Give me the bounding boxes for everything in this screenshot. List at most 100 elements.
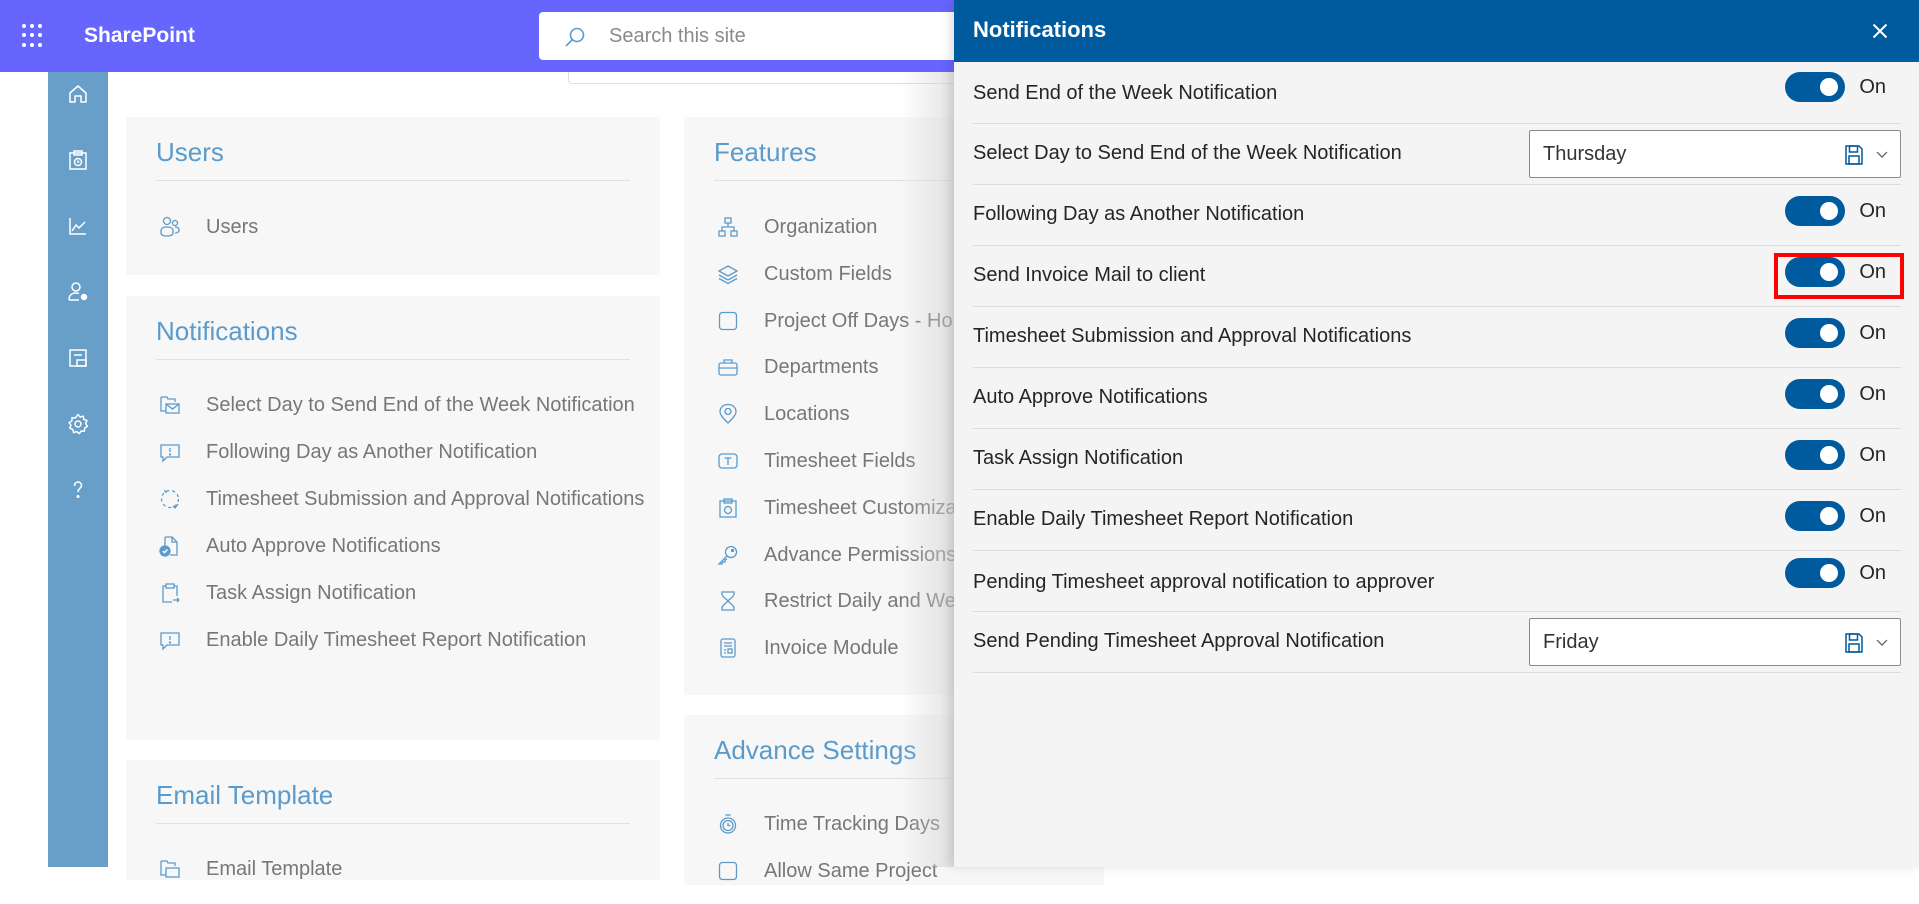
toggle-switch[interactable] [1785, 440, 1846, 470]
clipboard-arrow-icon [162, 583, 180, 603]
toggle-state: On [1859, 321, 1886, 344]
panel-title: Notifications [973, 17, 1107, 42]
setting-row: Following Day as Another Notification On [973, 185, 1901, 246]
daily-report-toggle[interactable]: On [1781, 498, 1890, 534]
end-of-week-day-dropdown[interactable]: Thursday [1529, 130, 1901, 178]
setting-row: Enable Daily Timesheet Report Notificati… [973, 490, 1901, 551]
search-icon [565, 27, 585, 47]
search-input[interactable] [609, 12, 959, 60]
stopwatch-icon [719, 814, 737, 834]
setting-row: Pending Timesheet approval notification … [973, 551, 1901, 612]
search-dropdown-edge [568, 72, 968, 84]
card-title: Users [156, 137, 224, 167]
save-icon[interactable] [1844, 144, 1864, 166]
setting-row: Send End of the Week Notification On [973, 63, 1901, 124]
toggle-state: On [1859, 75, 1886, 98]
card-title: Email Template [156, 780, 334, 810]
nav-user-settings[interactable] [48, 272, 108, 312]
setting-label: Following Day as Another Notification [973, 203, 1305, 225]
toggle-switch[interactable] [1785, 318, 1846, 348]
settings-list: Send End of the Week Notification On Sel… [973, 63, 1904, 673]
nav-help[interactable] [48, 470, 108, 510]
mail-calendar-icon [160, 860, 180, 878]
save-icon[interactable] [1844, 632, 1864, 654]
chevron-down-icon[interactable] [1874, 634, 1890, 650]
setting-label: Select Day to Send End of the Week Notif… [973, 142, 1402, 164]
nav-home[interactable] [48, 74, 108, 114]
following-day-toggle[interactable]: On [1781, 193, 1890, 229]
toggle-switch[interactable] [1785, 501, 1846, 531]
card-item-auto-approve[interactable]: Auto Approve Notifications [156, 532, 650, 560]
card-item-timesheet-submission[interactable]: Timesheet Submission and Approval Notifi… [156, 485, 650, 513]
pending-approval-day-dropdown[interactable]: Friday [1529, 618, 1901, 666]
key-icon [717, 545, 738, 565]
home-icon [69, 85, 87, 103]
card-title: Features [714, 137, 817, 167]
setting-row: Select Day to Send End of the Week Notif… [973, 124, 1901, 185]
timesheet-icon [719, 498, 737, 518]
org-chart-icon [718, 217, 738, 237]
toggle-switch[interactable] [1785, 72, 1846, 102]
dropdown-value: Thursday [1543, 143, 1627, 165]
gear-icon [68, 413, 89, 435]
setting-row: Auto Approve Notifications On [973, 368, 1901, 429]
card-item-following-day[interactable]: Following Day as Another Notification [156, 438, 650, 466]
divider [156, 359, 630, 360]
app-name[interactable]: SharePoint [84, 24, 195, 48]
nav-timesheet[interactable] [48, 140, 108, 180]
toggle-state: On [1859, 382, 1886, 405]
chart-icon [69, 218, 86, 235]
timesheet-icon [69, 150, 87, 170]
toggle-switch[interactable] [1785, 558, 1846, 588]
chevron-down-icon[interactable] [1874, 146, 1890, 162]
task-assign-toggle[interactable]: On [1781, 437, 1890, 473]
location-pin-icon [719, 404, 737, 425]
close-icon[interactable] [1867, 18, 1893, 44]
toggle-state: On [1859, 199, 1886, 222]
nav-layout[interactable] [48, 338, 108, 378]
card-title: Notifications [156, 316, 298, 346]
setting-label: Auto Approve Notifications [973, 386, 1208, 408]
invoice-icon [720, 638, 736, 658]
text-field-icon [718, 453, 738, 469]
card-item-daily-report[interactable]: Enable Daily Timesheet Report Notificati… [156, 626, 650, 654]
setting-label: Enable Daily Timesheet Report Notificati… [973, 508, 1354, 530]
divider [156, 823, 630, 824]
card-item-users[interactable]: Users [156, 213, 650, 241]
briefcase-icon [718, 359, 738, 377]
card-item-select-day[interactable]: Select Day to Send End of the Week Notif… [156, 391, 650, 419]
setting-label: Task Assign Notification [973, 447, 1184, 469]
search-box[interactable] [539, 12, 979, 60]
setting-label: Pending Timesheet approval notification … [973, 571, 1435, 593]
dropdown-value: Friday [1543, 631, 1599, 653]
pending-approval-toggle[interactable]: On [1781, 555, 1890, 591]
users-card: Users Users [126, 117, 660, 275]
timesheet-submission-toggle[interactable]: On [1781, 315, 1890, 351]
user-settings-icon [68, 282, 88, 301]
toggle-switch[interactable] [1785, 257, 1846, 287]
square-icon [718, 861, 738, 880]
setting-row: Task Assign Notification On [973, 429, 1901, 490]
toggle-switch[interactable] [1785, 379, 1846, 409]
setting-label: Send End of the Week Notification [973, 82, 1278, 104]
layers-icon [717, 265, 739, 285]
notifications-panel: Notifications Send End of the Week Notif… [954, 0, 1919, 867]
send-invoice-mail-toggle[interactable]: On [1781, 254, 1890, 290]
send-end-of-week-toggle[interactable]: On [1781, 69, 1890, 105]
card-item-task-assign[interactable]: Task Assign Notification [156, 579, 650, 607]
comment-alert-icon [160, 632, 180, 651]
toggle-state: On [1859, 504, 1886, 527]
setting-row: Timesheet Submission and Approval Notifi… [973, 307, 1901, 368]
app-launcher-icon[interactable] [22, 24, 46, 48]
card-item-email-template[interactable]: Email Template [156, 855, 650, 883]
square-icon [718, 311, 738, 330]
panel-header: Notifications [954, 0, 1919, 62]
mail-calendar-icon [160, 396, 180, 414]
nav-reports[interactable] [48, 206, 108, 246]
auto-approve-toggle[interactable]: On [1781, 376, 1890, 412]
toggle-state: On [1859, 260, 1886, 283]
users-icon [160, 216, 180, 237]
nav-settings[interactable] [48, 404, 108, 444]
setting-label: Timesheet Submission and Approval Notifi… [973, 325, 1412, 347]
toggle-switch[interactable] [1785, 196, 1846, 226]
